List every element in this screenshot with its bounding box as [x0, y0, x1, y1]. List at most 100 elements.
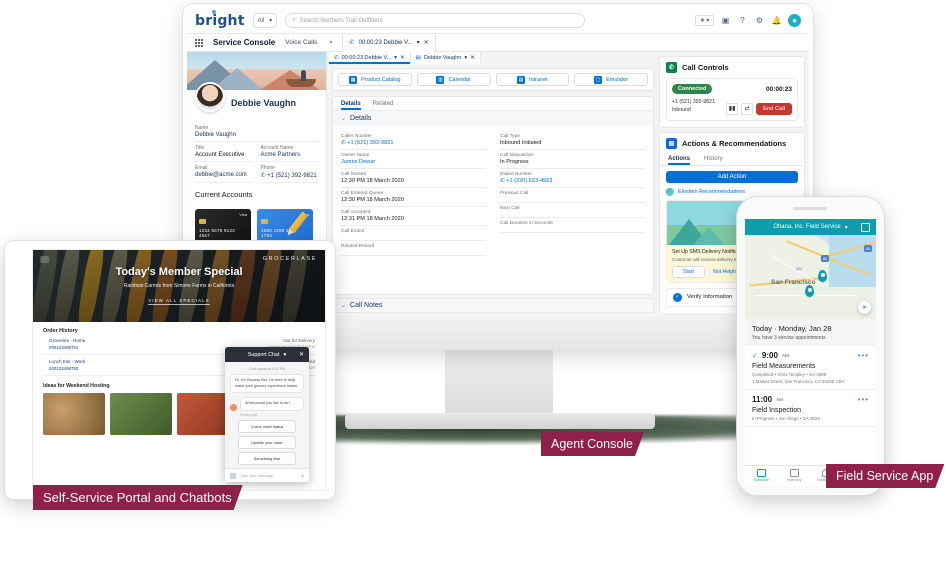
idea-thumbnail[interactable]: [43, 393, 105, 435]
field-value: Account Executive: [195, 152, 245, 158]
payment-card[interactable]: Visa 1234 5678 9123 4567 Debbie Vaughn: [195, 209, 251, 243]
appointment-row[interactable]: 11:00 AM ••• Field Inspection In Progres…: [745, 390, 876, 427]
avatar[interactable]: ●: [788, 14, 801, 27]
bot-message: What would you like to do?: [240, 397, 304, 411]
search-scope-selector[interactable]: All ▾: [252, 13, 278, 28]
setup-grid-icon[interactable]: ▣: [720, 15, 731, 26]
quick-action-emulator[interactable]: ▢ Emulator: [574, 73, 648, 86]
call-notes-section-header[interactable]: ⌄ Call Notes: [332, 298, 654, 313]
recommendation-reject-link[interactable]: Not Helpful: [713, 269, 739, 275]
quick-reply-button[interactable]: Something else: [238, 451, 296, 465]
field-value[interactable]: ✆ +1 (521) 392-9821: [261, 172, 319, 179]
global-search-input[interactable]: ⌕ Search Northern Trail Outfitters: [285, 13, 586, 28]
details-grid: Caller Number ✆ +1 (521) 392-9821 Owner …: [333, 126, 653, 261]
calendar-icon[interactable]: [861, 222, 870, 232]
field-value[interactable]: ✆ +1 (220) 623-4563: [500, 178, 645, 184]
payment-card[interactable]: Visa 4980 2298 2113 1763 Debbie Vaughn: [257, 209, 313, 243]
quick-reply-button[interactable]: Update your order: [238, 435, 296, 449]
tab-related[interactable]: Related: [373, 101, 394, 110]
nav-schedule[interactable]: Schedule: [745, 466, 778, 485]
actions-icon: ▤: [666, 137, 677, 149]
app-launcher-icon[interactable]: [195, 38, 203, 47]
quick-reply-button[interactable]: Check order status: [238, 419, 296, 433]
value-text: +1 (220) 623-4563: [506, 178, 553, 184]
search-placeholder: Search Northern Trail Outfitters: [299, 17, 383, 24]
tab-actions[interactable]: Actions: [668, 156, 690, 165]
quick-action-product-catalog[interactable]: ▦ Product Catalog: [338, 73, 412, 86]
field-value[interactable]: Acme Partners: [261, 152, 319, 158]
einstein-icon: [666, 187, 674, 196]
app-name-label: Service Console: [213, 38, 276, 47]
card-number: 1234 5678 9123 4567: [199, 228, 235, 238]
close-icon[interactable]: ✕: [470, 55, 475, 61]
map-pin[interactable]: [818, 270, 827, 283]
field-value[interactable]: ✆ +1 (521) 392-9821: [341, 140, 486, 146]
subtab-voice-call[interactable]: ✆ 00:00:23 Debbie V... ▾ ✕: [329, 52, 411, 64]
end-call-button[interactable]: End Call: [756, 102, 792, 115]
gear-icon[interactable]: ⚙: [754, 15, 765, 26]
hero-title: Today's Member Special: [115, 266, 243, 278]
subtab-contact[interactable]: ▤ Debbie Vaughn ▾ ✕: [410, 52, 481, 64]
chevron-down-icon: ▾: [394, 55, 398, 61]
intranet-icon: ▤: [517, 75, 526, 84]
quick-action-intranet[interactable]: ▤ Intranet: [495, 73, 570, 86]
field-value[interactable]: Debbie Vaughn: [195, 132, 318, 138]
quick-action-label: Emulator: [606, 76, 629, 83]
chevron-down-icon[interactable]: ▾: [845, 224, 848, 231]
bell-icon[interactable]: 🔔: [771, 15, 782, 26]
close-icon[interactable]: ✕: [299, 351, 304, 358]
appointment-address: 1 Market Street, San Francisco, CA 94105…: [752, 379, 845, 384]
help-icon[interactable]: ?: [737, 15, 748, 26]
appointment-row[interactable]: ✓ 9:00 AM ••• Field Measurements Complet…: [745, 346, 876, 390]
field-label: Related Record: [341, 244, 375, 249]
attachment-icon[interactable]: [230, 472, 236, 479]
open-workspace-tab[interactable]: ✆ 00:00:23 Debbie V... ▾ ✕: [342, 33, 436, 52]
field-value[interactable]: James Dewar: [341, 159, 486, 165]
mountain-icon: [693, 226, 725, 245]
chat-timestamp: Chat started at 8:42 PM: [249, 367, 285, 371]
chat-input-bar[interactable]: Type your message... ➤: [225, 468, 309, 482]
field-label: Call Disposition: [500, 153, 534, 158]
field-label: Caller Number: [341, 134, 372, 139]
close-icon[interactable]: ✕: [424, 39, 429, 46]
current-accounts-title: Current Accounts: [195, 190, 253, 199]
utility-tab-voice-calls[interactable]: Voice Calls ▾: [285, 39, 332, 46]
tab-details[interactable]: Details: [341, 101, 361, 110]
send-icon[interactable]: ➤: [301, 473, 304, 478]
appointment-time: 11:00: [752, 395, 773, 404]
favorites-star-icon[interactable]: ★ ▾: [695, 15, 714, 26]
add-action-button[interactable]: Add Action: [666, 170, 798, 183]
transfer-icon[interactable]: ⇄: [741, 102, 754, 115]
profile-name: Debbie Vaughn: [231, 98, 297, 108]
profile-fields: Name Debbie Vaughn Title Account Executi…: [187, 116, 326, 209]
details-section-header[interactable]: ⌄ Details: [333, 111, 653, 126]
recommendation-accept-button[interactable]: Start: [672, 265, 705, 278]
menu-icon[interactable]: [40, 256, 49, 263]
emulator-icon: ▢: [594, 75, 603, 84]
field-value: Inbound Initiated: [500, 140, 542, 146]
field-email: Email debbie@acme.com: [195, 162, 253, 183]
map-city-label: San Francisco: [771, 279, 816, 286]
overflow-menu-icon[interactable]: •••: [858, 395, 869, 404]
service-map[interactable]: 80 80 101 San Francisco ➤: [745, 235, 876, 319]
idea-thumbnail[interactable]: [110, 393, 172, 435]
view-all-specials-button[interactable]: VIEW ALL SPECIALS: [148, 298, 210, 305]
map-pin[interactable]: [805, 285, 814, 298]
field-value[interactable]: debbie@acme.com: [195, 172, 253, 178]
compass-icon[interactable]: ➤: [858, 301, 871, 314]
quick-action-calendar[interactable]: ▥ Calendar: [416, 73, 491, 86]
app-logo: bright: [195, 9, 245, 29]
order-id: 000123498792: [49, 366, 79, 371]
detail-field: Call Ended: [341, 226, 486, 241]
nav-inventory[interactable]: Inventory: [778, 466, 811, 485]
label-field-service-app: Field Service App: [826, 464, 944, 488]
app-navigation-bar: Service Console Voice Calls ▾ ✆ 00:00:23…: [187, 33, 809, 52]
tab-history[interactable]: History: [704, 156, 723, 165]
subtab-label: Debbie Vaughn: [423, 55, 462, 61]
overflow-menu-icon[interactable]: •••: [858, 351, 869, 360]
field-label: Name: [195, 125, 209, 131]
pause-icon[interactable]: ▮▮: [726, 102, 739, 115]
chevron-down-icon[interactable]: ▾: [284, 352, 287, 358]
open-tab-label: 00:00:23 Debbie V...: [358, 39, 413, 46]
close-icon[interactable]: ✕: [400, 55, 405, 61]
